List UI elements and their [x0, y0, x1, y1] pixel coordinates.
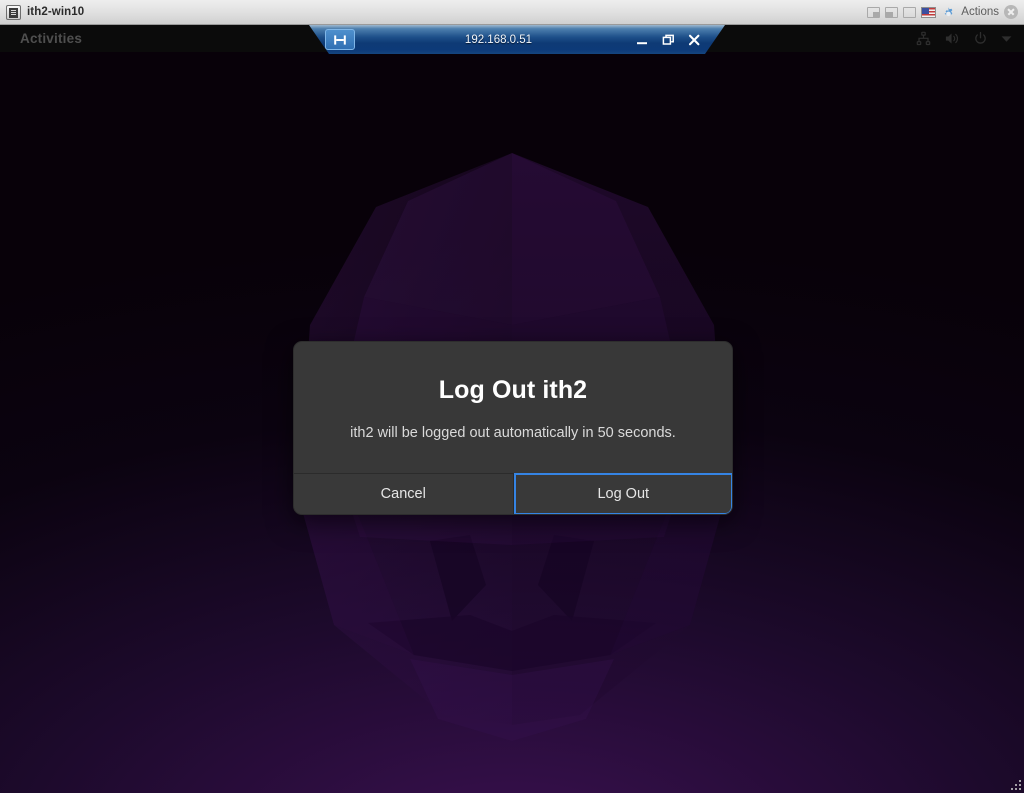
- host-titlebar-tray: Actions: [867, 5, 1020, 20]
- us-flag-icon[interactable]: [921, 6, 937, 18]
- logout-dialog-body: Log Out ith2 ith2 will be logged out aut…: [294, 342, 732, 473]
- window-maximize-icon[interactable]: [903, 6, 917, 18]
- remmina-host-label: 192.168.0.51: [464, 33, 533, 46]
- network-wired-icon: [916, 31, 931, 46]
- gnome-status-area[interactable]: [916, 31, 1012, 46]
- power-icon: [973, 31, 988, 46]
- terminal-window-icon: [6, 4, 21, 20]
- host-window-title: ith2-win10: [27, 6, 85, 18]
- activities-button[interactable]: Activities: [12, 29, 90, 48]
- window-restore-icon[interactable]: [867, 6, 881, 18]
- cancel-button[interactable]: Cancel: [294, 474, 514, 515]
- host-window: ith2-win10 Actions Activities 192.168.0.…: [0, 0, 1024, 793]
- close-icon[interactable]: [688, 34, 701, 46]
- host-titlebar[interactable]: ith2-win10 Actions: [0, 0, 1024, 25]
- toolbar-pin-icon[interactable]: [325, 29, 355, 50]
- gear-icon[interactable]: [941, 5, 956, 20]
- logout-dialog: Log Out ith2 ith2 will be logged out aut…: [293, 341, 733, 516]
- minimize-icon[interactable]: [636, 34, 649, 46]
- actions-label[interactable]: Actions: [961, 6, 999, 18]
- window-tile-icon[interactable]: [885, 6, 899, 18]
- volume-icon: [944, 31, 960, 46]
- remmina-floating-toolbar[interactable]: 192.168.0.51: [309, 25, 725, 54]
- remote-desktop-screen[interactable]: Activities 192.168.0.51 Log Out ith2 ith…: [0, 25, 1024, 793]
- logout-dialog-message: ith2 will be logged out automatically in…: [350, 424, 676, 441]
- logout-dialog-title: Log Out ith2: [438, 376, 588, 404]
- remmina-window-buttons: [636, 34, 701, 46]
- logout-confirm-button[interactable]: Log Out: [513, 473, 732, 515]
- restore-icon[interactable]: [662, 34, 675, 46]
- logout-dialog-actions: Cancel Log Out: [294, 473, 732, 515]
- resize-grip[interactable]: [1007, 776, 1021, 790]
- close-icon[interactable]: [1004, 5, 1018, 19]
- chevron-down-icon: [1001, 35, 1012, 43]
